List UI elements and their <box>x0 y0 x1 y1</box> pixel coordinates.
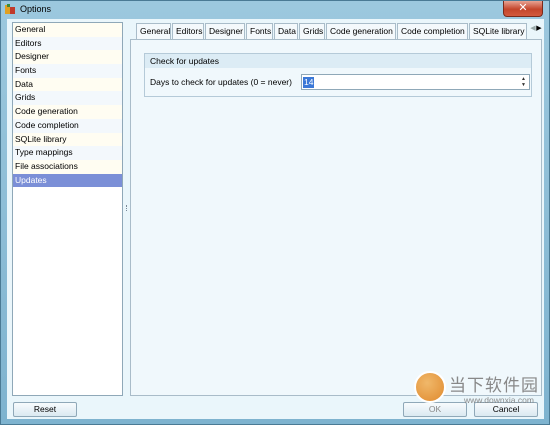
title-bar[interactable]: Options ✕ <box>1 1 549 19</box>
group-title: Check for updates <box>145 54 531 68</box>
client-area: General Editors Designer Fonts Data Grid… <box>7 19 544 419</box>
tab-code-completion[interactable]: Code completion <box>397 23 468 39</box>
tab-grids[interactable]: Grids <box>299 23 325 39</box>
tab-scroll-right-icon[interactable]: ▶ <box>535 24 543 34</box>
sidebar-item-sqlite-library[interactable]: SQLite library <box>13 132 122 147</box>
splitter-grip <box>126 205 128 211</box>
sidebar-item-type-mappings[interactable]: Type mappings <box>13 146 122 160</box>
spin-down-icon[interactable]: ▼ <box>519 82 528 88</box>
sidebar-item-file-associations[interactable]: File associations <box>13 159 122 174</box>
tab-designer[interactable]: Designer <box>205 23 245 39</box>
tab-strip: General Editors Designer Fonts Data Grid… <box>130 22 542 39</box>
sidebar-item-grids[interactable]: Grids <box>13 91 122 106</box>
sidebar-item-fonts[interactable]: Fonts <box>13 64 122 78</box>
app-icon <box>5 4 15 14</box>
sidebar-item-editors[interactable]: Editors <box>13 36 122 51</box>
options-window: Options ✕ General Editors Designer Fonts… <box>0 0 550 425</box>
watermark-url: www.downxia.com <box>464 395 534 405</box>
tab-data[interactable]: Data <box>274 23 298 39</box>
days-to-check-label: Days to check for updates (0 = never) <box>150 77 292 87</box>
options-tabs: General Editors Designer Fonts Data Grid… <box>130 22 542 396</box>
sidebar-item-updates[interactable]: Updates <box>13 173 122 188</box>
options-category-list[interactable]: General Editors Designer Fonts Data Grid… <box>12 22 123 396</box>
sidebar-item-designer[interactable]: Designer <box>13 50 122 65</box>
reset-button[interactable]: Reset <box>13 402 77 417</box>
sidebar-item-code-completion[interactable]: Code completion <box>13 118 122 133</box>
sidebar-item-code-generation[interactable]: Code generation <box>13 105 122 119</box>
tab-general[interactable]: General <box>136 23 171 39</box>
days-to-check-value[interactable]: 14 <box>303 77 315 88</box>
window-title: Options <box>20 4 52 14</box>
panel-splitter[interactable] <box>125 22 129 396</box>
close-button[interactable]: ✕ <box>503 1 543 17</box>
watermark-logo-icon <box>414 371 446 403</box>
updates-tab-panel: Check for updates Days to check for upda… <box>130 39 542 396</box>
watermark-text: 当下软件园 <box>449 376 539 396</box>
sidebar-item-data[interactable]: Data <box>13 77 122 92</box>
tab-sqlite-library[interactable]: SQLite library <box>469 23 527 39</box>
check-for-updates-group: Check for updates Days to check for upda… <box>144 53 532 97</box>
close-icon: ✕ <box>518 2 528 14</box>
sidebar-item-general[interactable]: General <box>13 23 122 37</box>
tab-editors[interactable]: Editors <box>172 23 204 39</box>
spinner-buttons: ▲ ▼ <box>519 76 528 88</box>
watermark: 当下软件园 www.downxia.com <box>414 370 540 410</box>
tab-code-generation[interactable]: Code generation <box>326 23 396 39</box>
days-to-check-spinner[interactable]: 14 ▲ ▼ <box>301 74 530 90</box>
tab-fonts[interactable]: Fonts <box>246 23 273 39</box>
